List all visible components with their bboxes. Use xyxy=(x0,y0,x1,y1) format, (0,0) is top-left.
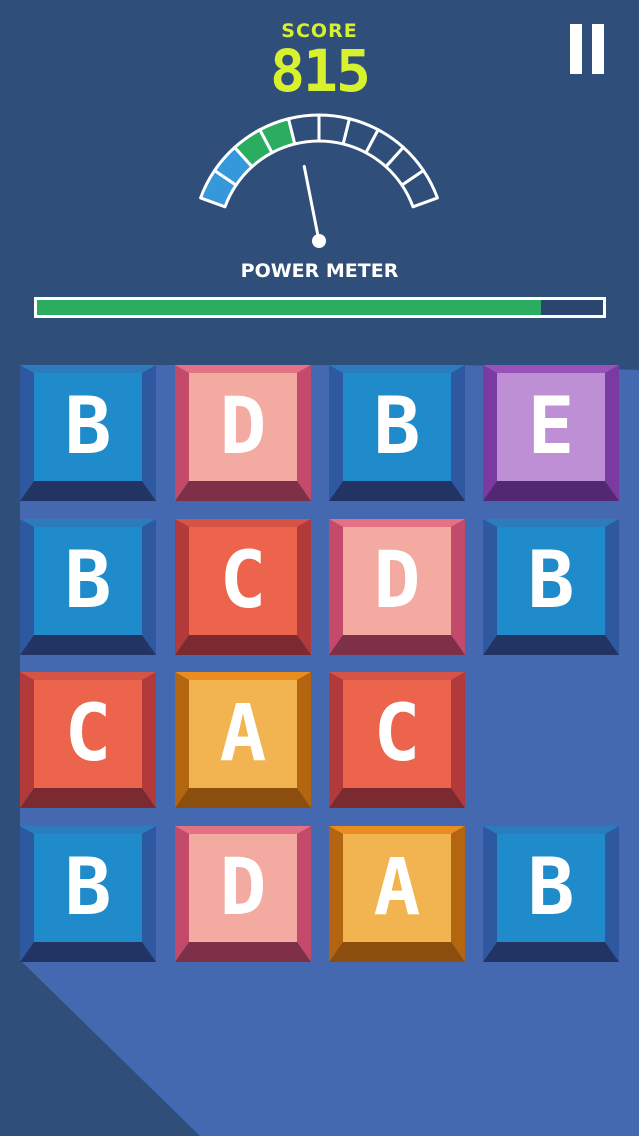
tile-letter: C xyxy=(373,689,421,779)
tile-a[interactable]: A xyxy=(329,826,465,962)
tile-d[interactable]: D xyxy=(175,826,311,962)
tile-letter: A xyxy=(373,843,421,933)
power-meter-label: POWER METER xyxy=(240,260,399,282)
tile-letter: B xyxy=(373,382,421,472)
tile-a[interactable]: A xyxy=(175,672,311,808)
tile-letter: C xyxy=(64,689,112,779)
power-progress-bar xyxy=(34,297,606,318)
power-meter-gauge xyxy=(199,113,439,248)
meter-needle-hub xyxy=(312,234,326,248)
tile-b[interactable]: B xyxy=(483,519,619,655)
tile-letter: A xyxy=(219,689,267,779)
tile-b[interactable]: B xyxy=(20,826,156,962)
tile-c[interactable]: C xyxy=(329,672,465,808)
tile-d[interactable]: D xyxy=(329,519,465,655)
tile-letter: D xyxy=(219,843,267,933)
tile-b[interactable]: B xyxy=(20,519,156,655)
tile-letter: B xyxy=(64,843,112,933)
tile-letter: D xyxy=(219,382,267,472)
tile-c[interactable]: C xyxy=(20,672,156,808)
meter-segment-empty xyxy=(287,113,321,146)
tile-e[interactable]: E xyxy=(483,365,619,501)
tile-letter: C xyxy=(219,536,267,626)
tile-b[interactable]: B xyxy=(329,365,465,501)
tile-c[interactable]: C xyxy=(175,519,311,655)
power-progress-fill xyxy=(37,300,541,315)
tile-letter: D xyxy=(373,536,421,626)
tile-letter: B xyxy=(527,843,575,933)
tile-letter: B xyxy=(527,536,575,626)
meter-needle xyxy=(302,164,321,243)
tile-letter: B xyxy=(64,536,112,626)
tile-d[interactable]: D xyxy=(175,365,311,501)
tile-b[interactable]: B xyxy=(483,826,619,962)
tile-b[interactable]: B xyxy=(20,365,156,501)
tile-letter: E xyxy=(527,382,575,472)
game-screen: SCORE 815 POWER METER B D B E B C D B C … xyxy=(0,0,639,1136)
tile-letter: B xyxy=(64,382,112,472)
